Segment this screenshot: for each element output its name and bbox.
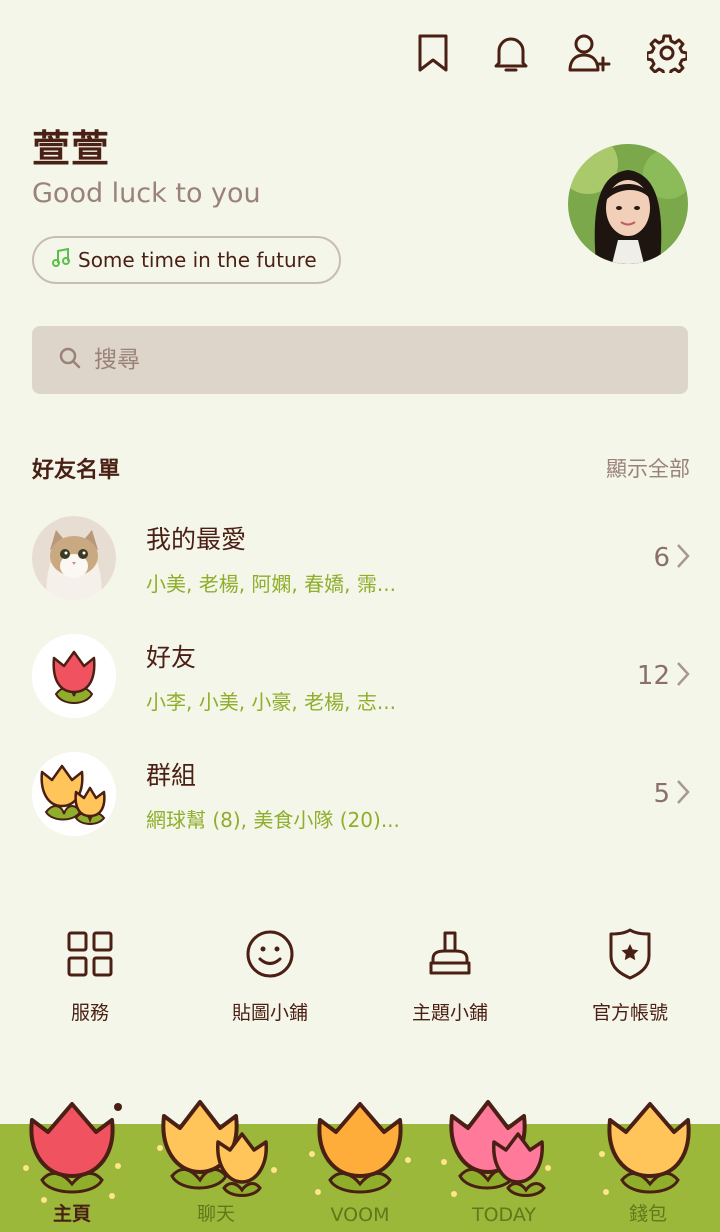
profile-music-title: Some time in the future — [78, 248, 317, 272]
profile-avatar[interactable] — [568, 144, 688, 264]
profile-music-button[interactable]: Some time in the future — [32, 236, 341, 284]
sticker-shop-label: 貼圖小鋪 — [231, 1002, 308, 1024]
list-item-count: 6 — [653, 543, 670, 573]
grid-icon — [62, 926, 118, 982]
search-icon — [58, 346, 82, 374]
search-bar[interactable] — [32, 326, 688, 394]
list-item-title: 我的最愛 — [146, 524, 247, 554]
official-accounts-button[interactable]: 官方帳號 — [540, 926, 720, 1025]
tab-chats[interactable]: 聊天 — [144, 1096, 288, 1232]
sticker-shop-button[interactable]: 貼圖小鋪 — [180, 926, 360, 1025]
profile-name[interactable]: 萱萱 — [32, 118, 110, 173]
theme-shop-label: 主題小鋪 — [411, 1002, 488, 1024]
official-accounts-label: 官方帳號 — [591, 1002, 668, 1024]
tab-today[interactable]: TODAY — [432, 1096, 576, 1232]
shield-star-icon — [602, 926, 658, 982]
list-item-members: 小美, 老楊, 阿嫻, 春嬌, 霈... — [146, 571, 396, 596]
brush-icon — [422, 926, 478, 982]
show-all-link[interactable]: 顯示全部 — [606, 453, 690, 483]
tab-today-label: TODAY — [472, 1204, 536, 1226]
friends-section-header: 好友名單 顯示全部 — [32, 452, 690, 484]
friends-tulip-avatar — [32, 634, 116, 718]
top-toolbar — [410, 30, 690, 76]
list-item-members: 網球幫 (8), 美食小隊 (20)... — [146, 807, 400, 832]
groups-tulip-avatar — [32, 752, 116, 836]
tab-voom[interactable]: VOOM — [288, 1096, 432, 1232]
list-item-count: 5 — [653, 779, 670, 809]
search-input[interactable] — [94, 347, 594, 373]
bell-icon[interactable] — [488, 30, 534, 76]
list-item-title: 群組 — [146, 760, 197, 790]
list-item-title: 好友 — [146, 642, 197, 672]
chevron-right-icon — [676, 661, 690, 691]
services-label: 服務 — [70, 1002, 109, 1024]
bottom-tab-bar: 主頁 聊天 VOOM TODAY 錢包 — [0, 1096, 720, 1232]
tab-voom-label: VOOM — [330, 1204, 390, 1226]
music-note-icon — [52, 247, 70, 273]
theme-shop-button[interactable]: 主題小鋪 — [360, 926, 540, 1025]
quick-actions: 服務 貼圖小鋪 主題小鋪 官方帳號 — [0, 926, 720, 1025]
gear-icon[interactable] — [644, 30, 690, 76]
friends-section-title: 好友名單 — [32, 458, 121, 483]
tab-home-label: 主頁 — [52, 1203, 91, 1225]
list-item-members: 小李, 小美, 小豪, 老楊, 志... — [146, 689, 396, 714]
tab-home[interactable]: 主頁 — [0, 1096, 144, 1232]
bookmark-icon[interactable] — [410, 30, 456, 76]
tab-wallet[interactable]: 錢包 — [576, 1096, 720, 1232]
list-item-friends[interactable]: 好友 小李, 小美, 小豪, 老楊, 志... 12 — [32, 628, 690, 724]
favorites-avatar — [32, 516, 116, 600]
tab-wallet-label: 錢包 — [628, 1203, 667, 1225]
chevron-right-icon — [676, 543, 690, 573]
list-item-favorites[interactable]: 我的最愛 小美, 老楊, 阿嫻, 春嬌, 霈... 6 — [32, 510, 690, 606]
list-item-count: 12 — [636, 661, 670, 691]
list-item-groups[interactable]: 群組 網球幫 (8), 美食小隊 (20)... 5 — [32, 746, 690, 842]
profile-status-message[interactable]: Good luck to you — [32, 178, 261, 209]
smiley-icon — [242, 926, 298, 982]
services-button[interactable]: 服務 — [0, 926, 180, 1025]
tab-chats-label: 聊天 — [196, 1203, 235, 1225]
chevron-right-icon — [676, 779, 690, 809]
add-friend-icon[interactable] — [566, 30, 612, 76]
